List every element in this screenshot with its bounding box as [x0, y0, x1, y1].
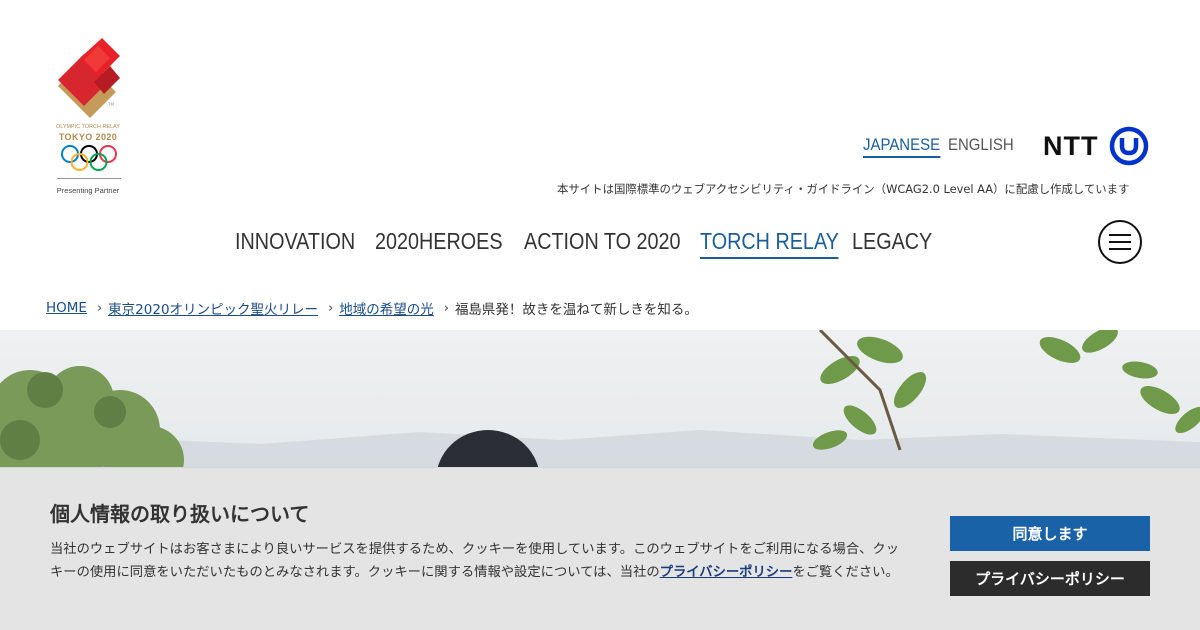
chevron-right-icon: › [328, 300, 334, 316]
breadcrumb-current-page: 福島県発！故きを温ねて新しきを知る。 [454, 302, 698, 318]
accessibility-note: 本サイトは国際標準のウェブアクセシビリティ・ガイドライン（WCAG2.0 Lev… [557, 182, 1130, 196]
ntt-logo-icon [1110, 126, 1149, 166]
cookie-text-end: をご覧ください。 [792, 565, 899, 580]
page: TM OLYMPIC TORCH RELAY TOKYO 2020 Presen… [0, 0, 1200, 630]
logo-divider [57, 178, 121, 179]
breadcrumb-torch-relay-link[interactable]: 東京2020オリンピック聖火リレー [108, 298, 318, 318]
trademark-mark: TM [108, 102, 114, 107]
agree-button[interactable]: 同意します [950, 516, 1150, 551]
olympic-rings-icon [61, 145, 117, 171]
main-nav: INNOVATION 2020HEROES ACTION TO 2020 TOR… [0, 228, 1200, 260]
torch-relay-logo[interactable]: TM OLYMPIC TORCH RELAY TOKYO 2020 Presen… [52, 38, 128, 198]
breadcrumb: HOME › 東京2020オリンピック聖火リレー › 地域の希望の光 › 福島県… [46, 298, 698, 318]
privacy-policy-link[interactable]: プライバシーポリシー [660, 565, 793, 580]
relay-text: OLYMPIC TORCH RELAY [56, 124, 120, 130]
cookie-consent-banner: 個人情報の取り扱いについて 当社のウェブサイトはお客さまにより良いサービスを提供… [0, 467, 1200, 630]
privacy-policy-button[interactable]: プライバシーポリシー [950, 561, 1150, 596]
breadcrumb-home-link[interactable]: HOME [46, 300, 87, 316]
language-english-link[interactable]: ENGLISH [948, 135, 1014, 155]
chevron-right-icon: › [443, 300, 449, 316]
chevron-right-icon: › [96, 300, 103, 316]
hamburger-menu-icon-line [1109, 248, 1131, 250]
presenting-partner-text: Presenting Partner [56, 186, 120, 195]
hamburger-menu-icon-line [1109, 234, 1131, 236]
hamburger-menu-button[interactable] [1098, 220, 1142, 264]
nav-action-to-2020[interactable]: ACTION TO 2020 [524, 228, 680, 255]
cookie-title: 個人情報の取り扱いについて [50, 502, 310, 526]
nav-2020heroes[interactable]: 2020HEROES [375, 228, 503, 255]
nav-torch-relay[interactable]: TORCH RELAY [700, 228, 839, 259]
cookie-text: 当社のウェブサイトはお客さまにより良いサービスを提供するため、クッキーを使用して… [50, 538, 900, 584]
nav-innovation[interactable]: INNOVATION [235, 228, 355, 255]
tokyo-2020-text: TOKYO 2020 [58, 132, 118, 142]
breadcrumb-regional-hope-link[interactable]: 地域の希望の光 [339, 298, 434, 318]
ntt-wordmark: NTT [1043, 130, 1099, 161]
ntt-brand[interactable]: NTT [1043, 126, 1150, 166]
language-japanese-link[interactable]: JAPANESE [863, 135, 941, 158]
hamburger-menu-icon-line [1109, 241, 1131, 243]
nav-legacy[interactable]: LEGACY [852, 228, 932, 255]
